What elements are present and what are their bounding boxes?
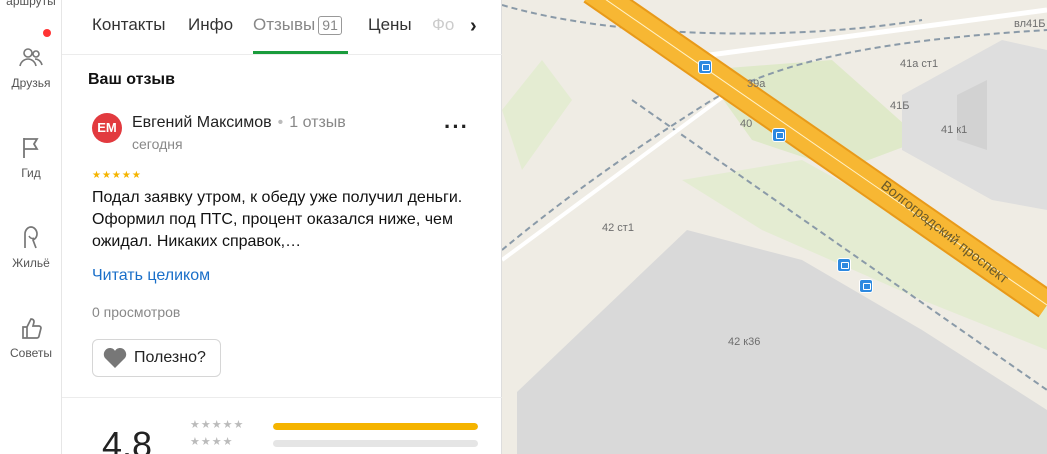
bus-stop-icon[interactable]: [837, 258, 851, 272]
bus-stop-icon[interactable]: [698, 60, 712, 74]
review-stars: ★★★★★: [92, 170, 142, 181]
review-author: Евгений Максимов • 1 отзыв: [132, 114, 346, 132]
review-text: Подал заявку утром, к обеду уже получил …: [92, 189, 463, 250]
map-label: 41Б: [890, 100, 910, 112]
section-title: Ваш отзыв: [88, 71, 175, 88]
tab-prices[interactable]: Цены: [368, 15, 412, 35]
more-options-icon[interactable]: ···: [444, 114, 469, 140]
bus-stop-icon[interactable]: [859, 279, 873, 293]
map-label: 42 ст1: [602, 222, 634, 234]
map-label: 41а ст1: [900, 58, 939, 70]
avatar[interactable]: ЕМ: [92, 113, 122, 143]
tab-reviews-label: Отзывы: [253, 15, 316, 34]
author-review-count: 1 отзыв: [289, 114, 346, 131]
review-date: сегодня: [132, 136, 183, 152]
map-label: 40: [740, 118, 753, 130]
rail-item-guide[interactable]: Гид: [0, 134, 62, 180]
chevron-right-icon[interactable]: ›: [470, 15, 477, 38]
left-rail: аршруты Друзья Гид Жильё Советы: [0, 0, 62, 454]
notification-dot: [43, 29, 51, 37]
tab-reviews[interactable]: Отзывы 91: [253, 15, 342, 35]
map-label: 41 к1: [941, 124, 968, 136]
map-canvas: [502, 0, 1047, 454]
rating-bar: [273, 423, 478, 430]
reviews-count-badge: 91: [318, 16, 342, 35]
heart-icon: [103, 348, 127, 368]
map-label: 39а: [747, 78, 766, 90]
rail-item-friends[interactable]: Друзья: [0, 44, 62, 90]
housing-icon: [24, 226, 38, 249]
tab-contacts[interactable]: Контакты: [92, 15, 165, 35]
read-more-link[interactable]: Читать целиком: [92, 267, 210, 285]
tab-info[interactable]: Инфо: [188, 15, 233, 35]
map[interactable]: вл41Б 41а ст1 39а 41Б 40 41 к1 42 ст1 42…: [502, 0, 1047, 454]
tab-photos[interactable]: Фо: [432, 15, 454, 35]
rail-item-tips[interactable]: Советы: [0, 314, 62, 360]
rail-item-friends-label: Друзья: [11, 76, 51, 90]
thumbs-up-icon: [22, 318, 42, 339]
rating-bar: [273, 440, 478, 447]
map-label: вл41Б: [1014, 18, 1046, 30]
views-count: 0 просмотров: [92, 304, 181, 320]
tab-bar: Контакты Инфо Отзывы 91 Цены Фо ›: [62, 0, 502, 55]
rating-bar-fill: [273, 423, 478, 430]
rating-value: 4.8: [102, 424, 153, 454]
bus-stop-icon[interactable]: [772, 128, 786, 142]
rail-item-housing-label: Жильё: [12, 256, 50, 270]
place-panel: Контакты Инфо Отзывы 91 Цены Фо › Ваш отз…: [62, 0, 502, 454]
rail-item-housing[interactable]: Жильё: [0, 224, 62, 270]
rating-row-stars: ★★★★★: [190, 419, 245, 431]
rail-item-guide-label: Гид: [21, 166, 41, 180]
map-label: 42 к36: [728, 336, 761, 348]
useful-button-label: Полезно?: [134, 349, 206, 366]
rail-item-tips-label: Советы: [10, 346, 52, 360]
divider: [62, 397, 502, 398]
friends-icon: [19, 48, 43, 67]
rating-row-stars: ★★★★: [190, 436, 234, 448]
rail-item-routes-label[interactable]: аршруты: [0, 0, 62, 8]
separator-dot: •: [277, 114, 284, 131]
useful-button[interactable]: Полезно?: [92, 339, 221, 377]
active-tab-indicator: [253, 51, 348, 54]
flag-icon: [23, 138, 39, 158]
author-name[interactable]: Евгений Максимов: [132, 114, 272, 131]
